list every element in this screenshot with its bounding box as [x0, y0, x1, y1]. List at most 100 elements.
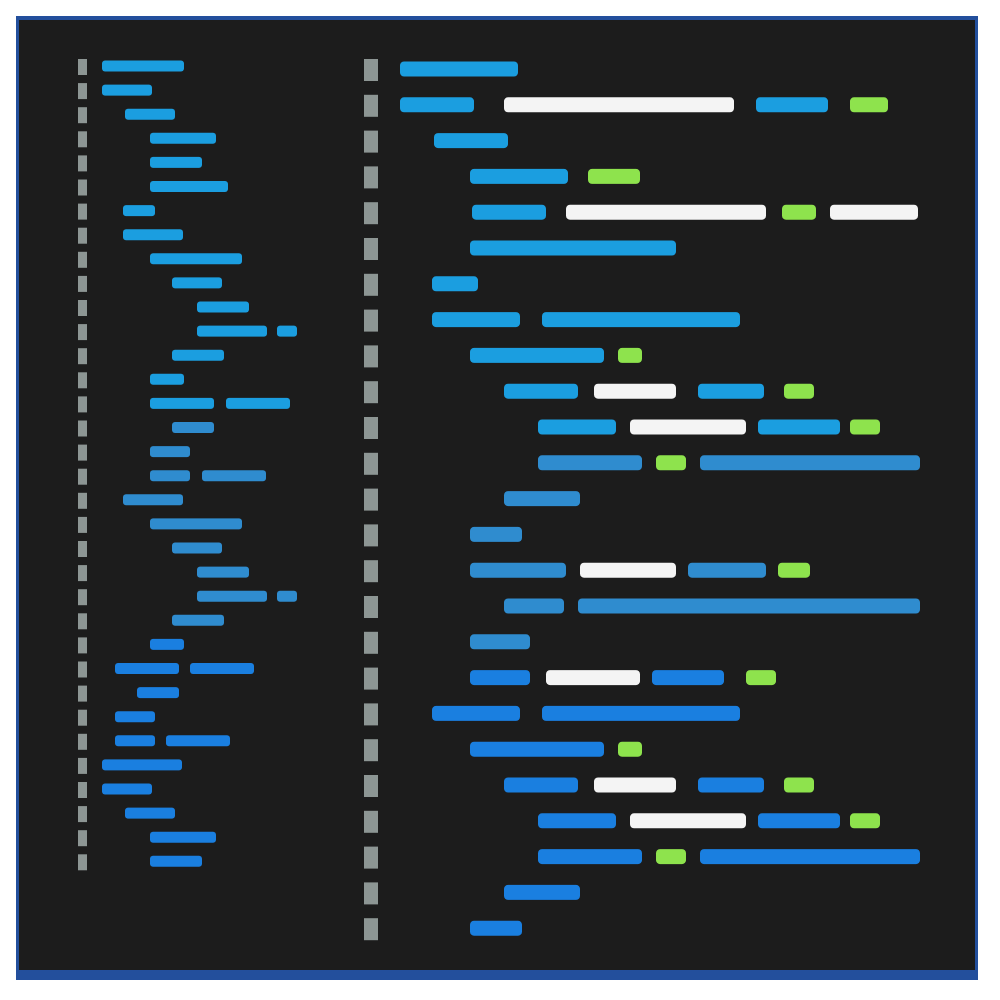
line-number-marker: [78, 516, 87, 533]
line-number-marker: [78, 685, 87, 702]
line-number-marker: [78, 733, 87, 750]
line-number-marker: [78, 300, 87, 316]
line-number-marker: [78, 565, 87, 582]
line-number-marker: [78, 709, 87, 726]
code-token-bar: [542, 705, 740, 721]
code-token-bar: [150, 470, 190, 482]
code-token-bar: [618, 347, 642, 363]
code-token-bar: [432, 276, 478, 292]
code-token-bar: [746, 670, 776, 686]
line-number-marker: [364, 94, 378, 117]
line-number-marker: [78, 155, 87, 172]
line-number-marker: [364, 452, 378, 475]
line-number-marker: [78, 782, 87, 798]
line-number-marker: [78, 492, 87, 509]
code-token-bar: [588, 168, 640, 184]
line-number-marker: [364, 918, 378, 941]
line-number-marker: [78, 396, 87, 413]
left-code-panel: [102, 60, 297, 867]
line-number-marker: [364, 560, 378, 583]
code-token-bar: [470, 920, 522, 936]
left-line-gutter: [78, 59, 87, 871]
code-token-bar: [197, 566, 249, 578]
line-number-marker: [364, 309, 378, 332]
code-token-bar: [172, 542, 222, 554]
code-token-bar: [542, 312, 740, 328]
code-token-bar: [618, 741, 642, 757]
line-number-marker: [78, 59, 87, 75]
code-token-bar: [102, 84, 152, 96]
code-token-bar: [102, 783, 152, 795]
code-token-bar: [538, 849, 642, 865]
code-token-bar: [656, 849, 686, 865]
code-token-bar: [150, 253, 242, 265]
code-token-bar: [172, 422, 214, 433]
line-number-marker: [78, 830, 87, 847]
line-number-marker: [364, 345, 378, 368]
code-token-bar: [123, 494, 183, 506]
code-token-bar: [123, 205, 155, 217]
line-number-marker: [78, 444, 87, 461]
line-number-marker: [364, 846, 378, 869]
code-token-bar: [172, 349, 224, 361]
code-token-bar: [150, 156, 202, 168]
code-token-bar: [190, 663, 254, 674]
line-number-marker: [364, 238, 378, 260]
line-number-marker: [364, 130, 378, 153]
line-number-marker: [78, 324, 87, 341]
code-token-bar: [630, 419, 746, 435]
line-number-marker: [364, 631, 378, 654]
code-token-bar: [850, 419, 880, 435]
code-token-bar: [400, 61, 518, 77]
code-token-bar: [504, 491, 580, 507]
line-number-marker: [364, 667, 378, 690]
line-number-marker: [78, 854, 87, 871]
code-token-bar: [504, 777, 578, 793]
code-token-bar: [758, 419, 840, 435]
code-token-bar: [784, 383, 814, 399]
code-token-bar: [470, 347, 604, 363]
code-token-bar: [202, 470, 266, 482]
code-token-bar: [700, 455, 920, 471]
code-token-bar: [102, 60, 184, 72]
line-number-marker: [78, 420, 87, 437]
code-token-bar: [652, 670, 724, 686]
line-number-marker: [78, 227, 87, 244]
code-token-bar: [688, 562, 766, 578]
code-token-bar: [470, 670, 530, 686]
code-token-bar: [470, 634, 530, 650]
code-token-bar: [784, 777, 814, 793]
line-number-marker: [364, 166, 378, 189]
code-token-bar: [432, 312, 520, 328]
code-token-bar: [656, 455, 686, 471]
line-number-marker: [78, 348, 87, 365]
code-token-bar: [594, 777, 676, 793]
code-token-bar: [778, 562, 810, 578]
line-number-marker: [364, 59, 378, 81]
code-token-bar: [470, 168, 568, 184]
line-number-marker: [78, 275, 87, 292]
code-token-bar: [698, 777, 764, 793]
code-token-bar: [504, 383, 578, 399]
code-token-bar: [115, 735, 155, 747]
line-number-marker: [78, 372, 87, 389]
code-token-bar: [782, 204, 816, 220]
line-number-marker: [78, 83, 87, 100]
code-token-bar: [197, 590, 267, 602]
code-token-bar: [150, 181, 228, 192]
code-token-bar: [125, 108, 175, 120]
line-number-marker: [364, 882, 378, 905]
code-token-bar: [150, 132, 216, 144]
code-token-bar: [756, 97, 828, 113]
code-token-bar: [197, 301, 249, 313]
code-token-bar: [850, 813, 880, 829]
line-number-marker: [364, 381, 378, 404]
line-number-marker: [78, 541, 87, 557]
code-token-bar: [434, 133, 508, 149]
line-number-marker: [364, 810, 378, 833]
code-token-bar: [578, 598, 920, 614]
code-token-bar: [830, 204, 918, 220]
line-number-marker: [78, 107, 87, 124]
code-token-bar: [150, 855, 202, 867]
code-token-bar: [504, 97, 734, 113]
